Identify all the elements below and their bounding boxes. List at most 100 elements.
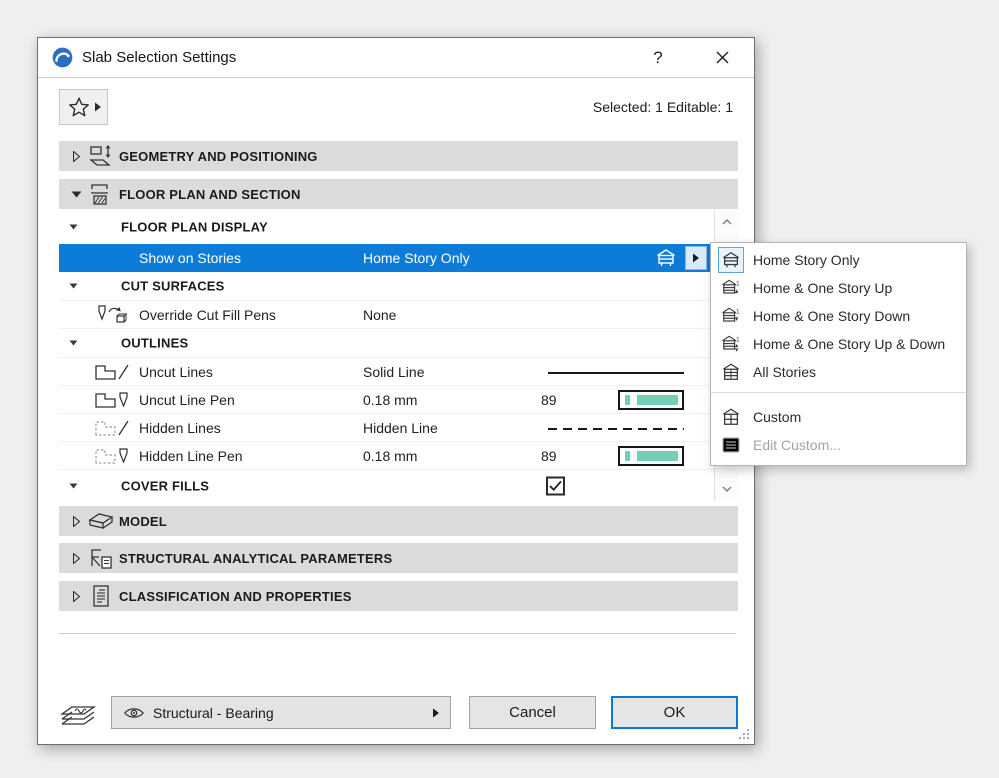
menu-item-custom[interactable]: Custom: [711, 403, 966, 431]
ok-button[interactable]: OK: [611, 696, 738, 729]
structural-analytical-icon: [86, 545, 116, 571]
resize-grip[interactable]: [739, 729, 749, 739]
subsection-label: CUT SURFACES: [121, 279, 225, 294]
menu-item-home-and-one-story-up-down[interactable]: 1 Home & One Story Up & Down: [711, 330, 966, 358]
hidden-pen-color-swatch[interactable]: [618, 446, 684, 466]
chevron-down-icon: [69, 224, 78, 230]
parameter-label: Hidden Line Pen: [139, 448, 243, 464]
show-on-stories-menu: Home Story Only 1 Home & One Story Up 1: [710, 242, 967, 466]
parameter-value[interactable]: 0.18 mm: [363, 448, 417, 464]
flyout-arrow-icon: [95, 102, 101, 112]
title-bar: Slab Selection Settings ?: [38, 38, 754, 78]
menu-item-home-and-one-story-down[interactable]: 1 Home & One Story Down: [711, 302, 966, 330]
section-label: MODEL: [119, 514, 167, 529]
section-label: GEOMETRY AND POSITIONING: [119, 149, 318, 164]
home-one-story-up-icon: 1: [721, 278, 741, 298]
uncut-line-type-preview[interactable]: [548, 372, 684, 374]
chevron-right-icon: [68, 591, 84, 602]
parameter-value[interactable]: Solid Line: [363, 364, 425, 380]
pen-number[interactable]: 89: [541, 392, 557, 408]
home-story-only-icon: [653, 247, 679, 269]
svg-text:1: 1: [736, 336, 740, 343]
selected-item-box: [718, 247, 744, 273]
chevron-right-icon: [68, 151, 84, 162]
pen-color-tick: [625, 451, 630, 461]
star-icon: [67, 95, 91, 119]
home-one-story-down-icon: 1: [721, 306, 741, 326]
hidden-lines-icon: [94, 418, 130, 438]
row-override-cut-fill-pens[interactable]: Override Cut Fill Pens None: [59, 301, 714, 329]
section-floor-plan-and-section[interactable]: FLOOR PLAN AND SECTION: [59, 179, 738, 209]
pen-color-tick: [625, 395, 630, 405]
subsection-label: FLOOR PLAN DISPLAY: [121, 220, 268, 235]
section-label: CLASSIFICATION AND PROPERTIES: [119, 589, 352, 604]
scroll-down-icon[interactable]: [722, 486, 732, 492]
model-icon: [86, 509, 116, 533]
dialog-title: Slab Selection Settings: [82, 49, 236, 66]
menu-item-label: Edit Custom...: [753, 437, 841, 453]
scroll-up-icon[interactable]: [722, 219, 732, 225]
menu-item-label: Home Story Only: [753, 252, 860, 268]
classification-properties-icon: [86, 583, 116, 609]
section-classification-and-properties[interactable]: CLASSIFICATION AND PROPERTIES: [59, 581, 738, 611]
section-label: FLOOR PLAN AND SECTION: [119, 187, 301, 202]
subsection-outlines[interactable]: OUTLINES: [59, 329, 714, 358]
stories-popup-button[interactable]: [685, 246, 707, 270]
footer-divider: [59, 633, 736, 634]
chevron-down-icon: [69, 340, 78, 346]
parameter-label: Override Cut Fill Pens: [139, 307, 276, 323]
parameter-value[interactable]: 0.18 mm: [363, 392, 417, 408]
menu-separator: [711, 392, 966, 393]
help-button[interactable]: ?: [638, 38, 678, 77]
cover-fills-checkbox[interactable]: [546, 476, 565, 495]
cancel-button[interactable]: Cancel: [469, 696, 596, 729]
home-one-story-up-down-icon: 1: [721, 334, 741, 354]
uncut-pen-color-swatch[interactable]: [618, 390, 684, 410]
close-button[interactable]: [702, 38, 742, 77]
section-structural-analytical-parameters[interactable]: STRUCTURAL ANALYTICAL PARAMETERS: [59, 543, 738, 573]
section-model[interactable]: MODEL: [59, 506, 738, 536]
home-story-only-icon: [721, 250, 741, 270]
hidden-line-pen-icon: [94, 446, 130, 466]
chevron-right-icon: [68, 516, 84, 527]
subsection-floor-plan-display[interactable]: FLOOR PLAN DISPLAY: [59, 210, 714, 244]
row-uncut-line-pen[interactable]: Uncut Line Pen 0.18 mm 89: [59, 386, 714, 414]
subsection-label: OUTLINES: [121, 336, 188, 351]
hidden-line-type-preview[interactable]: [548, 428, 684, 430]
menu-item-label: Home & One Story Up: [753, 280, 892, 296]
section-geometry-and-positioning[interactable]: GEOMETRY AND POSITIONING: [59, 141, 738, 171]
menu-item-home-and-one-story-up[interactable]: 1 Home & One Story Up: [711, 274, 966, 302]
subsection-cover-fills[interactable]: COVER FILLS: [59, 470, 714, 501]
pen-color-block: [637, 395, 678, 405]
subsection-cut-surfaces[interactable]: CUT SURFACES: [59, 272, 714, 301]
menu-item-all-stories[interactable]: All Stories: [711, 358, 966, 386]
row-hidden-lines[interactable]: Hidden Lines Hidden Line: [59, 414, 714, 442]
menu-item-label: Home & One Story Up & Down: [753, 336, 945, 352]
pen-override-icon: [94, 304, 130, 326]
parameter-value[interactable]: Hidden Line: [363, 420, 438, 436]
favorites-button[interactable]: [59, 89, 108, 125]
parameter-value[interactable]: None: [363, 307, 396, 323]
uncut-line-pen-icon: [94, 390, 130, 410]
chevron-right-icon: [68, 553, 84, 564]
parameter-value[interactable]: Home Story Only: [363, 250, 470, 266]
layer-name: Structural - Bearing: [153, 705, 425, 721]
selection-status: Selected: 1 Editable: 1: [593, 99, 733, 115]
parameter-label: Show on Stories: [139, 250, 241, 266]
row-hidden-line-pen[interactable]: Hidden Line Pen 0.18 mm 89: [59, 442, 714, 470]
menu-item-home-story-only[interactable]: Home Story Only: [711, 246, 966, 274]
layer-selector[interactable]: Structural - Bearing: [111, 696, 451, 729]
pen-number[interactable]: 89: [541, 448, 557, 464]
geometry-positioning-icon: [86, 143, 116, 169]
chevron-down-icon: [68, 191, 84, 198]
flyout-arrow-icon: [433, 708, 439, 718]
layers-icon: [57, 699, 99, 731]
svg-text:1: 1: [736, 280, 740, 287]
parameter-label: Uncut Line Pen: [139, 392, 235, 408]
row-uncut-lines[interactable]: Uncut Lines Solid Line: [59, 358, 714, 386]
row-show-on-stories[interactable]: Show on Stories Home Story Only: [59, 244, 714, 272]
svg-text:1: 1: [736, 308, 740, 315]
slab-selection-settings-dialog: Slab Selection Settings ? Selected: 1 Ed…: [37, 37, 755, 745]
eye-icon: [123, 706, 145, 720]
close-icon: [716, 51, 729, 64]
